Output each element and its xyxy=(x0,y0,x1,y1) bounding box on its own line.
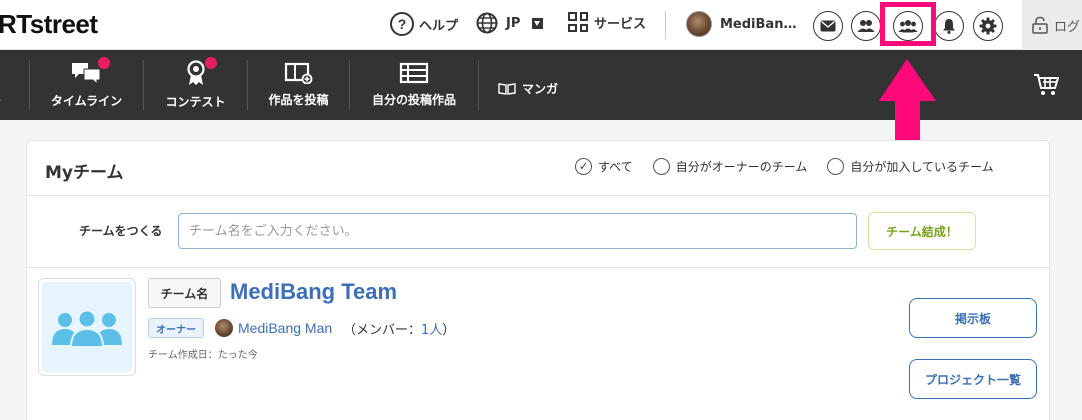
radio-icon xyxy=(827,158,845,175)
checked-radio-icon: ✓ xyxy=(575,158,592,175)
list-icon xyxy=(399,62,429,84)
cart-icon xyxy=(1034,74,1060,95)
lock-icon xyxy=(1032,16,1048,34)
follow-button[interactable] xyxy=(851,11,881,41)
nav-item-manga[interactable]: マンガ xyxy=(498,80,558,97)
nav-item-partial-label: ト xyxy=(0,91,2,108)
gear-icon xyxy=(979,17,997,35)
team-created-date: チーム作成日：たった今 xyxy=(148,350,258,361)
team-name-input[interactable] xyxy=(178,213,857,249)
login-link[interactable]: ログ xyxy=(1022,0,1082,50)
avatar xyxy=(686,11,712,37)
header-divider xyxy=(665,11,666,39)
help-label: ヘルプ xyxy=(419,18,459,34)
notifications-button[interactable] xyxy=(934,11,964,41)
create-team-button[interactable]: チーム結成！ xyxy=(868,212,976,250)
nav-item-post-work[interactable]: 作品を投稿 xyxy=(248,50,349,120)
nav-item-my-works-label: 自分の投稿作品 xyxy=(371,93,456,107)
team-filter: ✓ すべて 自分がオーナーのチーム 自分が加入しているチーム xyxy=(575,158,1014,175)
language-selector[interactable]: JP xyxy=(476,12,544,34)
nav-divider xyxy=(478,60,479,110)
filter-owner[interactable]: 自分がオーナーのチーム xyxy=(652,158,808,175)
member-count: （メンバー：1人） xyxy=(343,319,455,338)
book-icon xyxy=(498,82,516,95)
services-menu[interactable]: サービス xyxy=(568,12,646,32)
nav-item-timeline-label: タイムライン xyxy=(50,94,123,108)
nav-item-contest[interactable]: コンテスト xyxy=(144,50,247,120)
page-title: Myチーム xyxy=(45,163,124,183)
timeline-badge xyxy=(98,57,110,69)
language-label: JP xyxy=(506,15,521,31)
owner-badge: オーナー xyxy=(148,318,204,338)
team-thumbnail[interactable] xyxy=(38,278,136,376)
radio-icon xyxy=(652,158,670,175)
nav-item-my-works[interactable]: 自分の投稿作品 xyxy=(350,50,478,120)
my-team-panel: Myチーム ✓ すべて 自分がオーナーのチーム 自分が加入しているチーム チーム… xyxy=(26,140,1050,420)
bell-icon xyxy=(943,19,955,34)
team-name-link[interactable]: MediBang Team xyxy=(230,279,397,305)
member-count-prefix: （メンバー： xyxy=(343,323,422,338)
question-icon: ? xyxy=(390,12,414,36)
member-count-value[interactable]: 1人 xyxy=(421,323,442,338)
contest-badge xyxy=(205,57,217,69)
avatar xyxy=(215,319,233,337)
filter-owner-label: 自分がオーナーのチーム xyxy=(675,160,808,174)
filter-member-label: 自分が加入しているチーム xyxy=(850,160,994,174)
grid-icon xyxy=(568,12,588,32)
team-icon xyxy=(52,309,122,347)
divider xyxy=(27,267,1049,268)
member-count-suffix: ） xyxy=(442,323,456,338)
medal-icon xyxy=(186,60,205,85)
highlight-box xyxy=(880,2,936,46)
nav-item-timeline[interactable]: タイムライン xyxy=(30,50,143,120)
users-icon xyxy=(857,20,875,32)
site-logo[interactable]: RTstreet xyxy=(0,9,98,40)
nav-item-post-work-label: 作品を投稿 xyxy=(268,93,329,107)
messages-button[interactable] xyxy=(813,11,843,41)
top-header: RTstreet ? ヘルプ JP サービス MediBan… ログ xyxy=(0,0,1082,50)
user-name: MediBan… xyxy=(720,16,797,32)
envelope-icon xyxy=(820,20,836,32)
filter-all[interactable]: ✓ すべて xyxy=(575,158,633,175)
project-list-button[interactable]: プロジェクト一覧 xyxy=(909,359,1037,399)
services-label: サービス xyxy=(594,16,647,32)
nav-item-partial[interactable]: ト xyxy=(0,50,6,120)
settings-button[interactable] xyxy=(973,11,1003,41)
cart-button[interactable] xyxy=(1033,73,1060,101)
team-name-tag: チーム名 xyxy=(148,278,221,308)
user-menu[interactable]: MediBan… xyxy=(686,11,796,37)
login-label: ログ xyxy=(1054,19,1081,35)
nav-item-manga-label: マンガ xyxy=(522,82,559,96)
filter-all-label: すべて xyxy=(598,160,633,174)
owner-name-link[interactable]: MediBang Man xyxy=(238,320,332,336)
caret-down-icon xyxy=(532,17,544,29)
help-link[interactable]: ? ヘルプ xyxy=(390,12,458,36)
create-team-label: チームをつくる xyxy=(79,224,163,238)
globe-icon xyxy=(476,12,498,34)
nav-item-contest-label: コンテスト xyxy=(165,95,226,109)
divider xyxy=(27,195,1049,196)
upload-icon xyxy=(284,62,312,84)
board-button[interactable]: 掲示板 xyxy=(909,298,1037,338)
filter-member[interactable]: 自分が加入しているチーム xyxy=(827,158,994,175)
